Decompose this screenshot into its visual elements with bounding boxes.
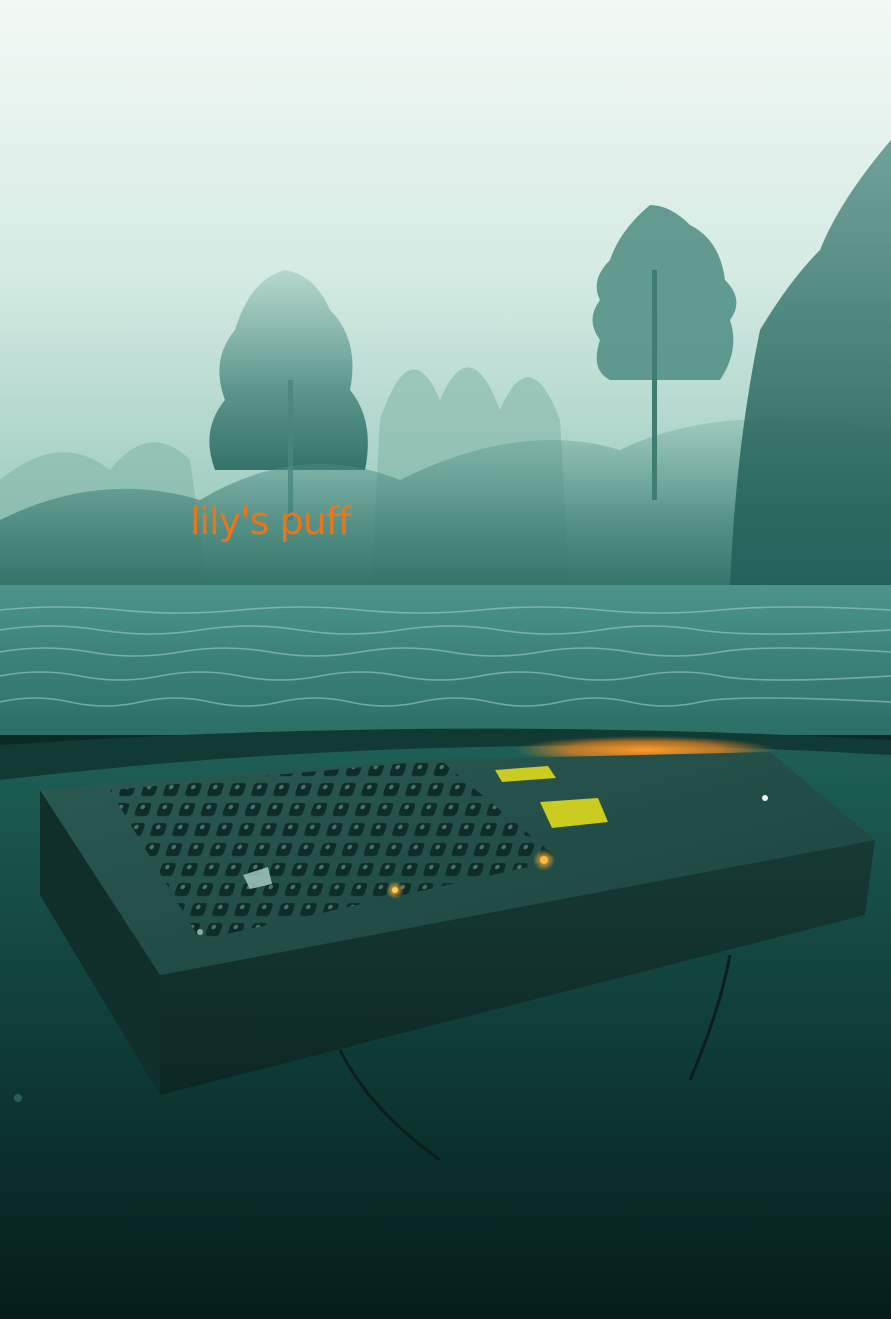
- photo: [0, 0, 891, 1319]
- floating-particle: [14, 1094, 22, 1102]
- scene: lily's puff: [0, 0, 891, 1319]
- caption-text: lily's puff: [190, 499, 351, 543]
